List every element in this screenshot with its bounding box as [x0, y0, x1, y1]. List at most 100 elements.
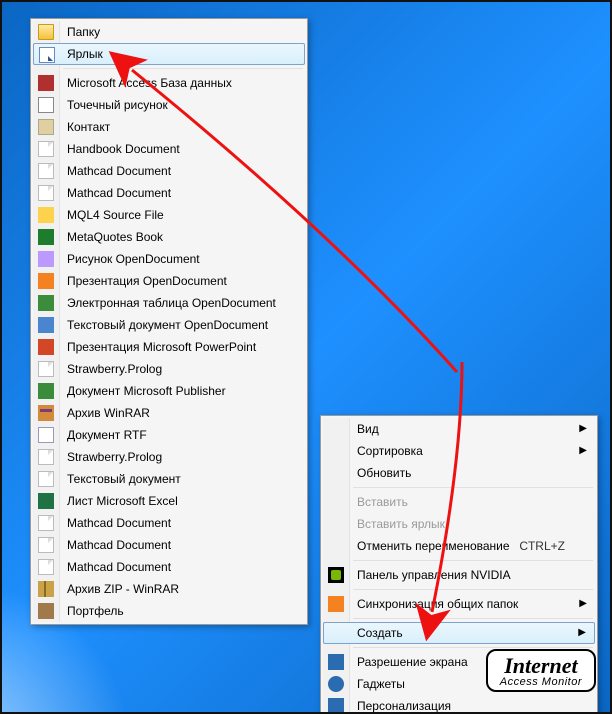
menu-item[interactable]: Рисунок OpenDocument	[33, 248, 305, 270]
menu-item-label: MetaQuotes Book	[67, 230, 163, 244]
menu-item-label: Документ Microsoft Publisher	[67, 384, 226, 398]
menu-item-label: Отменить переименование	[357, 539, 510, 553]
menu-item[interactable]: Сортировка ▶	[323, 440, 595, 462]
menu-item[interactable]: Mathcad Document	[33, 160, 305, 182]
menu-item[interactable]: Mathcad Document	[33, 512, 305, 534]
menu-item[interactable]: Mathcad Document	[33, 534, 305, 556]
menu-item[interactable]: Контакт	[33, 116, 305, 138]
menu-item-label: Mathcad Document	[67, 516, 171, 530]
menu-item[interactable]: Лист Microsoft Excel	[33, 490, 305, 512]
odp-icon	[38, 273, 54, 289]
menu-item[interactable]: Синхронизация общих папок▶	[323, 593, 595, 615]
menu-item-label: Архив ZIP - WinRAR	[67, 582, 179, 596]
menu-item[interactable]: MetaQuotes Book	[33, 226, 305, 248]
menu-separator	[63, 68, 303, 69]
submenu-arrow-icon: ▶	[579, 418, 587, 440]
menu-item[interactable]: Документ RTF	[33, 424, 305, 446]
ods-icon	[38, 295, 54, 311]
menu-item-label: Strawberry.Prolog	[67, 362, 162, 376]
menu-item-label: Лист Microsoft Excel	[67, 494, 178, 508]
menu-item-label: Вставить	[357, 495, 408, 509]
menu-item[interactable]: Архив ZIP - WinRAR	[33, 578, 305, 600]
menu-item[interactable]: Презентация Microsoft PowerPoint	[33, 336, 305, 358]
menu-item-label: Рисунок OpenDocument	[67, 252, 200, 266]
mql-icon	[38, 207, 54, 223]
menu-item-label: Панель управления NVIDIA	[357, 568, 511, 582]
doc-icon	[38, 185, 54, 201]
menu-item-label: Mathcad Document	[67, 186, 171, 200]
rar-icon	[38, 405, 54, 421]
bitmap-icon	[38, 97, 54, 113]
screenshot-frame: Папку Ярлык Microsoft Access База данных То…	[0, 0, 612, 714]
menu-item-label: Handbook Document	[67, 142, 180, 156]
menu-item-label: Microsoft Access База данных	[67, 76, 232, 90]
menu-item: Вставить	[323, 491, 595, 513]
menu-item-label: Mathcad Document	[67, 164, 171, 178]
menu-item-label: Электронная таблица OpenDocument	[67, 296, 276, 310]
menu-item-label: Создать	[357, 626, 403, 640]
menu-separator	[353, 589, 593, 590]
rtf-icon	[38, 427, 54, 443]
menu-item[interactable]: Microsoft Access База данных	[33, 72, 305, 94]
menu-separator	[353, 618, 593, 619]
odg-icon	[38, 251, 54, 267]
menu-item-label: Контакт	[67, 120, 110, 134]
xls-icon	[38, 493, 54, 509]
menu-item-label: Документ RTF	[67, 428, 147, 442]
menu-item[interactable]: Отменить переименование CTRL+Z	[323, 535, 595, 557]
menu-item-label: Разрешение экрана	[357, 655, 468, 669]
submenu-arrow-icon: ▶	[579, 593, 587, 615]
menu-item[interactable]: Панель управления NVIDIA	[323, 564, 595, 586]
menu-item[interactable]: Точечный рисунок	[33, 94, 305, 116]
briefcase-icon	[38, 603, 54, 619]
menu-item-label: Обновить	[357, 466, 411, 480]
menu-item[interactable]: Папку	[33, 21, 305, 43]
menu-item[interactable]: Презентация OpenDocument	[33, 270, 305, 292]
menu-item[interactable]: Портфель	[33, 600, 305, 622]
menu-item[interactable]: Текстовый документ	[33, 468, 305, 490]
book-icon	[38, 229, 54, 245]
folder-icon	[38, 24, 54, 40]
menu-item-label: Mathcad Document	[67, 560, 171, 574]
menu-item-label: Гаджеты	[357, 677, 405, 691]
menu-item[interactable]: Электронная таблица OpenDocument	[33, 292, 305, 314]
nvidia-icon	[328, 567, 344, 583]
doc-icon	[38, 559, 54, 575]
shortcut-icon	[39, 47, 55, 63]
logo-line2: Access Monitor	[500, 677, 582, 688]
menu-item-label: Strawberry.Prolog	[67, 450, 162, 464]
menu-separator	[353, 560, 593, 561]
menu-item[interactable]: Mathcad Document	[33, 182, 305, 204]
menu-item[interactable]: Ярлык	[33, 43, 305, 65]
create-new-submenu[interactable]: Папку Ярлык Microsoft Access База данных То…	[30, 18, 308, 625]
menu-item-label: Сортировка	[357, 444, 423, 458]
menu-item[interactable]: Вид ▶	[323, 418, 595, 440]
menu-item-label: MQL4 Source File	[67, 208, 164, 222]
menu-separator	[353, 487, 593, 488]
sync-icon	[328, 596, 344, 612]
menu-item-label: Вид	[357, 422, 379, 436]
menu-item-label: Ярлык	[67, 47, 103, 61]
menu-item[interactable]: Mathcad Document	[33, 556, 305, 578]
menu-item[interactable]: Архив WinRAR	[33, 402, 305, 424]
access-icon	[38, 75, 54, 91]
menu-item: Вставить ярлык	[323, 513, 595, 535]
menu-item[interactable]: MQL4 Source File	[33, 204, 305, 226]
menu-item-label: Текстовый документ	[67, 472, 181, 486]
menu-item[interactable]: Handbook Document	[33, 138, 305, 160]
menu-item[interactable]: Документ Microsoft Publisher	[33, 380, 305, 402]
menu-item[interactable]: Strawberry.Prolog	[33, 446, 305, 468]
menu-item[interactable]: Strawberry.Prolog	[33, 358, 305, 380]
doc-icon	[38, 471, 54, 487]
logo-line1: Internet	[500, 655, 582, 677]
menu-item[interactable]: Текстовый документ OpenDocument	[33, 314, 305, 336]
menu-item[interactable]: Создать▶	[323, 622, 595, 644]
doc-icon	[38, 141, 54, 157]
submenu-arrow-icon: ▶	[579, 440, 587, 462]
menu-item-label: Презентация Microsoft PowerPoint	[67, 340, 256, 354]
menu-item[interactable]: Обновить	[323, 462, 595, 484]
menu-item[interactable]: Персонализация	[323, 695, 595, 714]
menu-item-label: Текстовый документ OpenDocument	[67, 318, 268, 332]
menu-item-label: Архив WinRAR	[67, 406, 150, 420]
menu-item-shortcut: CTRL+Z	[519, 535, 565, 557]
